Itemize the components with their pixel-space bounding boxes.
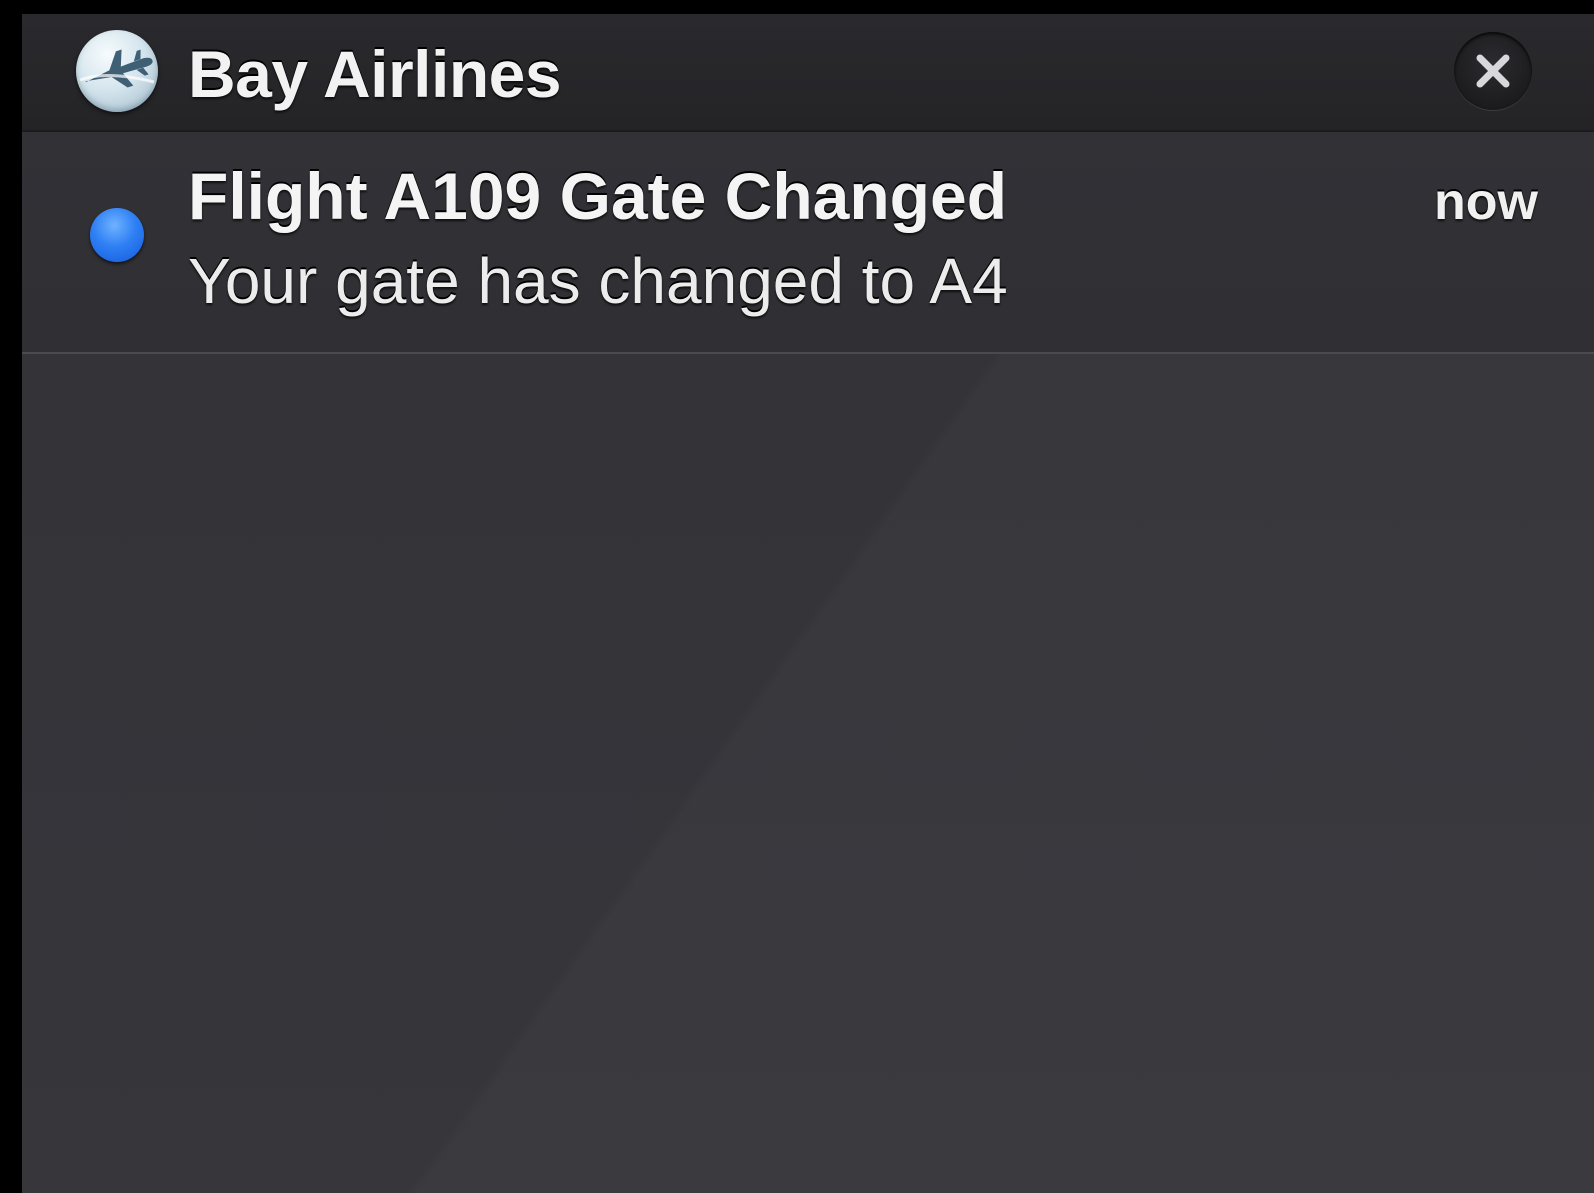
notification-item[interactable]: Flight A109 Gate Changed Your gate has c… — [22, 132, 1594, 354]
notification-center-panel: Bay Airlines Flight A109 Gate Changed Yo… — [22, 14, 1594, 1193]
airplane-icon — [76, 30, 158, 112]
close-button[interactable] — [1454, 32, 1532, 110]
notification-body: Your gate has changed to A4 — [188, 245, 1008, 317]
notification-title: Flight A109 Gate Changed — [188, 159, 1008, 233]
empty-notification-area — [22, 354, 1594, 1193]
app-name: Bay Airlines — [188, 37, 562, 111]
app-section-header: Bay Airlines — [22, 14, 1594, 132]
screen: Bay Airlines Flight A109 Gate Changed Yo… — [0, 0, 1594, 1193]
notification-time: now — [1434, 173, 1538, 231]
unread-dot-icon — [90, 208, 144, 262]
close-icon — [1476, 54, 1510, 88]
